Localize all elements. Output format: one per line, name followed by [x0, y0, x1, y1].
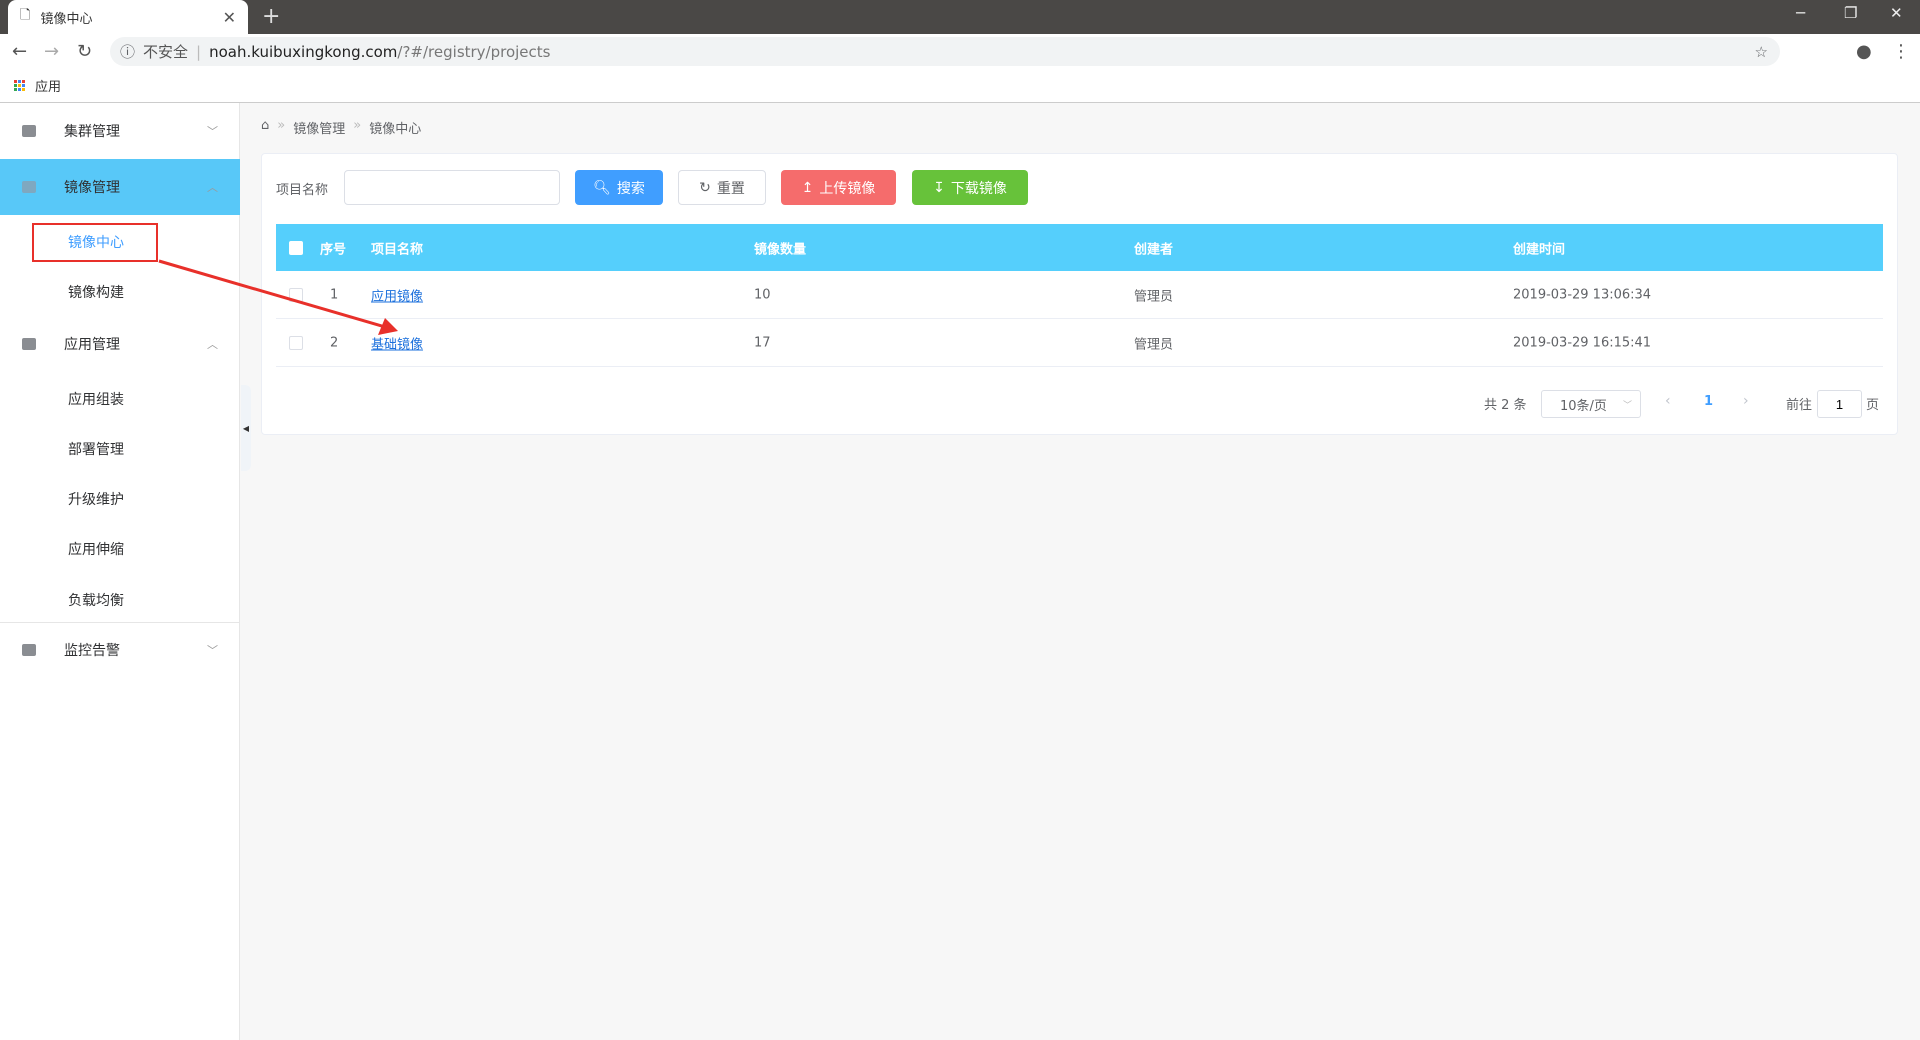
sidebar-item-image-build[interactable]: 镜像构建 [68, 282, 124, 302]
button-label: 重置 [716, 180, 745, 197]
page-icon: 🗋 [20, 8, 31, 23]
cluster-icon [22, 125, 36, 137]
upload-image-button[interactable]: ↥ 上传镜像 [781, 170, 896, 205]
created-time: 2019-03-29 13:06:34 [1513, 287, 1652, 302]
button-label: 上传镜像 [819, 180, 876, 197]
column-header: 序号 [320, 242, 347, 257]
collapse-sidebar-handle[interactable]: ◀ [241, 385, 251, 471]
select-all-checkbox[interactable] [289, 240, 303, 255]
menu-label: 监控告警 [64, 643, 120, 659]
home-icon[interactable]: ⌂ [261, 118, 269, 137]
grid-icon [22, 338, 36, 350]
project-link[interactable]: 应用镜像 [371, 285, 423, 304]
url-path: /?#/registry/projects [397, 42, 551, 61]
sidebar-item-upgrade[interactable]: 升级维护 [68, 489, 124, 509]
monitor-icon [22, 644, 36, 656]
download-image-button[interactable]: ↧ 下载镜像 [912, 170, 1028, 205]
menu-label: 集群管理 [64, 124, 120, 140]
refresh-icon: ↻ [699, 179, 711, 196]
sidebar-item-image[interactable]: 镜像管理 ︿ [0, 159, 240, 215]
highlight-box [32, 223, 158, 262]
chevron-down-icon: ﹀ [1622, 400, 1632, 411]
prev-page-icon[interactable]: ‹ [1665, 393, 1671, 409]
bookmark-apps[interactable]: 应用 [35, 76, 61, 95]
minimize-icon[interactable]: ─ [1796, 4, 1805, 22]
chevron-down-icon: ﹀ [207, 644, 218, 657]
table-row: 2 基础镜像 17 管理员 2019-03-29 16:15:41 [276, 319, 1883, 367]
sidebar-item-lb[interactable]: 负载均衡 [68, 590, 124, 610]
creator: 管理员 [1134, 289, 1174, 304]
restore-icon[interactable]: ❐ [1844, 4, 1857, 22]
breadcrumb-item: 镜像中心 [369, 122, 422, 137]
project-name-label: 项目名称 [276, 183, 329, 198]
breadcrumb-item[interactable]: 镜像管理 [293, 118, 345, 137]
close-tab-icon[interactable]: ✕ [223, 8, 236, 27]
bookmarks-bar: 应用 [0, 69, 1920, 103]
url-input[interactable]: ⓘ 不安全 | noah.kuibuxingkong.com/?#/regist… [110, 37, 1780, 66]
close-window-icon[interactable]: ✕ [1890, 4, 1903, 22]
browser-tab-bar: 🗋 镜像中心 ✕ + ─ ❐ ✕ [0, 0, 1920, 34]
row-index: 1 [330, 287, 339, 302]
forward-icon[interactable]: → [44, 41, 59, 62]
row-index: 2 [330, 335, 339, 350]
apps-grid-icon[interactable] [14, 80, 25, 91]
page-suffix: 页 [1866, 398, 1880, 413]
sidebar-item-app[interactable]: 应用管理 ︿ [0, 318, 240, 370]
page-size-value: 10条/页 [1560, 398, 1607, 414]
page-number[interactable]: 1 [1704, 394, 1713, 409]
total-count: 共 2 条 [1484, 398, 1527, 413]
browser-tab[interactable]: 🗋 镜像中心 ✕ [8, 0, 248, 34]
table-row: 1 应用镜像 10 管理员 2019-03-29 13:06:34 [276, 271, 1883, 319]
sidebar-item-monitor[interactable]: 监控告警 ﹀ [0, 624, 240, 676]
profile-icon[interactable]: ● [1856, 41, 1872, 62]
back-icon[interactable]: ← [12, 41, 27, 62]
security-label: 不安全 [143, 43, 189, 61]
button-label: 下载镜像 [950, 180, 1007, 197]
upload-icon: ↥ [801, 179, 814, 196]
address-bar-row: ← → ↻ ⓘ 不安全 | noah.kuibuxingkong.com/?#/… [0, 34, 1920, 69]
chevron-up-icon: ︿ [207, 338, 218, 351]
column-header: 镜像数量 [754, 242, 807, 257]
tab-title: 镜像中心 [40, 11, 93, 27]
project-name-input[interactable] [344, 170, 560, 205]
reset-button[interactable]: ↻ 重置 [678, 170, 766, 205]
chevron-up-icon: ︿ [207, 181, 218, 194]
search-button[interactable]: 🔍︎ 搜索 [575, 170, 663, 205]
row-checkbox[interactable] [289, 287, 303, 302]
created-time: 2019-03-29 16:15:41 [1513, 335, 1652, 350]
menu-label: 镜像管理 [64, 180, 120, 196]
column-header: 创建者 [1134, 242, 1174, 257]
row-checkbox[interactable] [289, 335, 303, 350]
url-host: noah.kuibuxingkong.com [209, 42, 398, 61]
sidebar-item-app-assemble[interactable]: 应用组装 [68, 389, 124, 409]
new-tab-button[interactable]: + [262, 4, 280, 29]
chevron-down-icon: ﹀ [207, 125, 218, 138]
menu-label: 应用管理 [64, 337, 120, 353]
image-count: 17 [754, 335, 771, 350]
sidebar-item-cluster[interactable]: 集群管理 ﹀ [0, 105, 240, 157]
goto-label: 前往 [1786, 398, 1813, 413]
divider [0, 622, 240, 623]
breadcrumb: ⌂» 镜像管理» 镜像中心 [261, 118, 422, 137]
creator: 管理员 [1134, 337, 1174, 352]
image-icon [22, 181, 36, 193]
column-header: 创建时间 [1513, 242, 1566, 257]
download-icon: ↧ [933, 179, 945, 196]
page-size-select[interactable]: 10条/页 ﹀ [1541, 390, 1641, 418]
menu-icon[interactable]: ⋮ [1892, 41, 1910, 62]
column-header: 项目名称 [371, 242, 424, 257]
search-icon: 🔍︎ [593, 179, 611, 196]
star-icon[interactable]: ☆ [1755, 43, 1768, 61]
sidebar-item-deploy[interactable]: 部署管理 [68, 439, 124, 459]
info-icon: ⓘ [120, 43, 136, 61]
project-link[interactable]: 基础镜像 [371, 333, 423, 352]
table-header: 序号 项目名称 镜像数量 创建者 创建时间 [276, 224, 1883, 271]
next-page-icon[interactable]: › [1743, 393, 1749, 409]
reload-icon[interactable]: ↻ [77, 41, 92, 62]
button-label: 搜索 [616, 180, 645, 197]
image-count: 10 [754, 287, 771, 302]
goto-page-input[interactable] [1817, 390, 1862, 418]
sidebar-item-scale[interactable]: 应用伸缩 [68, 539, 124, 559]
